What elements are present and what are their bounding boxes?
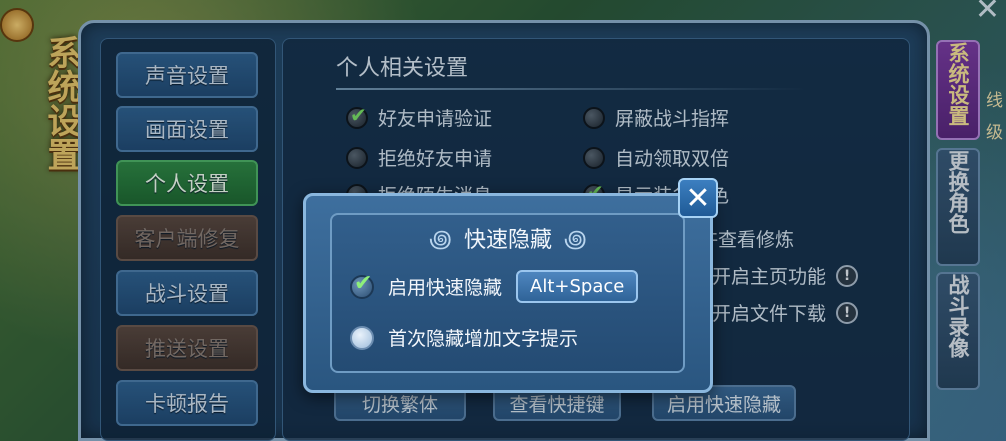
dialog-title: 快速隐藏 <box>463 228 552 253</box>
nav-battle-settings[interactable]: 战斗设置 <box>116 270 258 316</box>
first-hide-tip-checkbox[interactable] <box>350 325 374 350</box>
side-tab-label: 系统设置 <box>946 42 970 126</box>
nav-lag-report[interactable]: 卡顿报告 <box>116 380 258 426</box>
nav-sound-settings[interactable]: 声音设置 <box>116 52 258 98</box>
checkbox[interactable] <box>346 103 368 129</box>
close-icon: ✕ <box>685 180 711 216</box>
option-label: 拒绝好友申请 <box>378 148 493 170</box>
corner-emblem-icon <box>0 8 34 42</box>
side-tab-label: 战斗录像 <box>946 274 970 358</box>
option-label: 开启主页功能 <box>712 266 827 288</box>
hotkey-field[interactable]: Alt+Space <box>516 270 639 303</box>
checkbox[interactable] <box>583 106 605 129</box>
option-friend-verify[interactable]: 好友申请验证 <box>346 103 493 131</box>
enable-quick-hide-checkbox[interactable] <box>350 271 374 299</box>
nav-personal-settings[interactable]: 个人设置 <box>116 160 258 206</box>
side-tab-change-character[interactable]: 更换角色 <box>936 148 980 266</box>
checkbox[interactable] <box>583 146 605 169</box>
dialog-close-button[interactable]: ✕ <box>678 178 718 218</box>
option-label: 开启文件下载 <box>712 303 827 325</box>
edge-text: 级 <box>986 123 1003 143</box>
info-icon[interactable]: ! <box>836 264 859 287</box>
option-label: 好友申请验证 <box>378 108 493 130</box>
info-icon[interactable]: ! <box>836 301 859 324</box>
option-auto-double[interactable]: 自动领取双倍 <box>583 144 729 171</box>
side-tab-label: 更换角色 <box>946 150 970 234</box>
enable-quick-hide-label: 启用快速隐藏 <box>388 277 503 299</box>
enable-quick-hide-row[interactable]: 启用快速隐藏 Alt+Space <box>350 270 639 303</box>
first-hide-tip-row[interactable]: 首次隐藏增加文字提示 <box>350 324 578 351</box>
option-file-download[interactable]: 开启文件下载 ! <box>712 299 859 326</box>
checkbox[interactable] <box>346 146 368 169</box>
option-reject-friend[interactable]: 拒绝好友申请 <box>346 144 492 171</box>
option-homepage[interactable]: 开启主页功能 ! <box>712 262 859 289</box>
window-close-icon[interactable]: ✕ <box>975 0 1000 27</box>
side-tab-system-settings[interactable]: 系统设置 <box>936 40 980 140</box>
edge-text: 线 <box>986 91 1003 111</box>
swirl-right-icon: ꩜ <box>564 224 587 253</box>
option-label: 屏蔽战斗指挥 <box>615 108 730 130</box>
first-hide-tip-label: 首次隐藏增加文字提示 <box>388 328 579 350</box>
option-block-command[interactable]: 屏蔽战斗指挥 <box>583 104 729 131</box>
nav-graphics-settings[interactable]: 画面设置 <box>116 106 258 152</box>
window-title: 系统设置 <box>41 35 81 171</box>
dialog-title-bar: ꩜ 快速隐藏 ꩜ <box>403 222 613 254</box>
nav-client-repair[interactable]: 客户端修复 <box>116 215 258 261</box>
section-divider <box>336 88 806 90</box>
option-label: 自动领取双倍 <box>615 148 730 170</box>
nav-push-settings[interactable]: 推送设置 <box>116 325 258 371</box>
section-title: 个人相关设置 <box>336 56 469 81</box>
side-tab-battle-replay[interactable]: 战斗录像 <box>936 272 980 390</box>
swirl-left-icon: ꩜ <box>429 224 452 253</box>
